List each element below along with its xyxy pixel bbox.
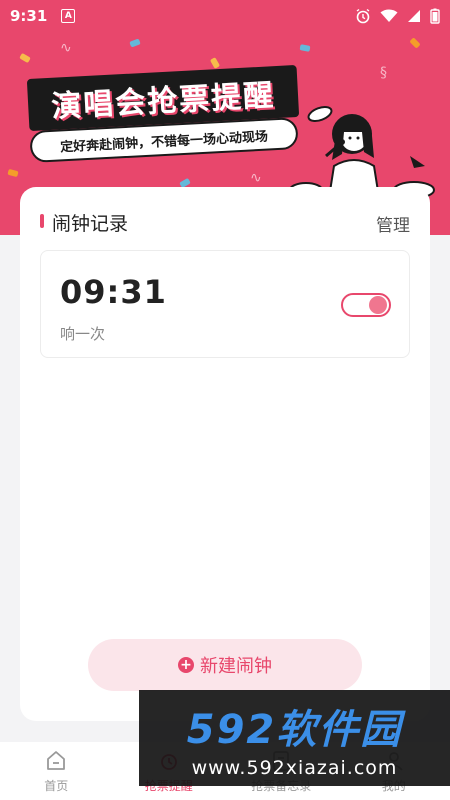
status-time: 9:31 — [10, 7, 48, 25]
confetti — [129, 38, 141, 48]
nav-label: 首页 — [44, 778, 69, 793]
status-bar: 9:31 A — [0, 0, 450, 32]
alarm-repeat: 响一次 — [60, 325, 106, 343]
battery-icon — [430, 8, 440, 24]
watermark-logo: 592软件园 — [186, 707, 403, 753]
confetti — [7, 168, 19, 178]
alarm-clock-icon — [356, 8, 370, 24]
alarm-card: 闹钟记录 管理 09:31 响一次 + 新建闹钟 — [20, 187, 430, 721]
home-icon — [47, 750, 66, 770]
watermark: 592软件园 www.592xiazai.com — [139, 690, 450, 786]
alarm-time: 09:31 — [60, 273, 167, 311]
plus-icon: + — [178, 657, 194, 673]
squiggle-decoration: ∿ — [250, 170, 262, 186]
squiggle-decoration: ∿ — [60, 40, 72, 56]
confetti — [19, 52, 31, 64]
alarm-toggle[interactable] — [341, 293, 391, 317]
new-alarm-label: 新建闹钟 — [200, 656, 272, 677]
confetti — [299, 44, 311, 52]
accessibility-icon: A — [61, 9, 76, 23]
alarm-section-header: 闹钟记录 管理 — [20, 187, 430, 245]
new-alarm-button[interactable]: + 新建闹钟 — [88, 639, 362, 691]
signal-icon — [408, 10, 420, 22]
squiggle-decoration: § — [380, 65, 387, 81]
section-title: 闹钟记录 — [52, 213, 129, 235]
section-accent-bar — [40, 214, 44, 228]
toggle-knob — [369, 296, 387, 314]
watermark-url: www.592xiazai.com — [191, 757, 398, 779]
page-title: 演唱会抢票提醒 — [50, 78, 276, 125]
manage-button[interactable]: 管理 — [376, 211, 410, 236]
confetti — [209, 57, 221, 69]
confetti — [409, 37, 421, 49]
nav-home[interactable]: 首页 — [0, 742, 113, 800]
wifi-icon — [380, 9, 398, 22]
alarm-item[interactable]: 09:31 响一次 — [40, 250, 410, 358]
